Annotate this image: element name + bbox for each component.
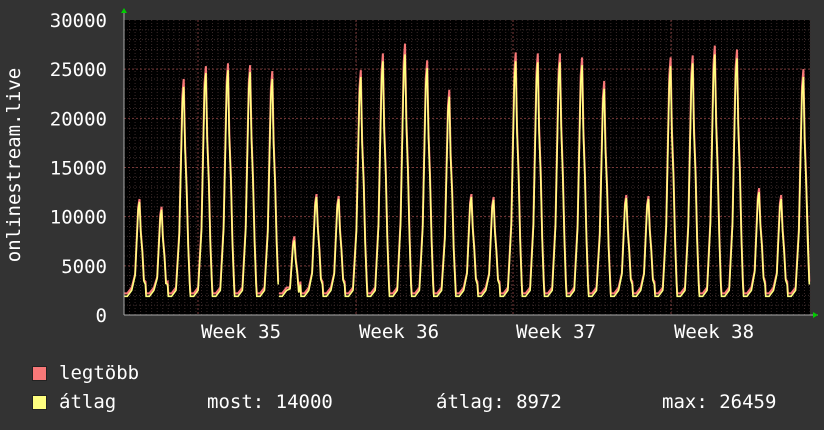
- stat-average: átlag: 8972: [436, 391, 562, 413]
- line-chart: onlinestream.live 0 5000 10000 15000 20000 25…: [3, 8, 818, 343]
- legend-swatch-max: [32, 365, 47, 381]
- x-axis-arrow: [813, 312, 818, 318]
- y-tick-label: 25000: [50, 59, 107, 81]
- x-tick-label: Week 37: [516, 321, 596, 343]
- y-tick-label: 20000: [50, 108, 107, 130]
- y-tick-label: 0: [96, 305, 107, 327]
- y-axis-arrow: [121, 8, 127, 13]
- stat-now: most: 14000: [207, 391, 333, 413]
- legend-item-avg: átlag: [32, 391, 116, 413]
- y-tick-label: 30000: [50, 10, 107, 32]
- y-tick-label: 5000: [61, 256, 107, 278]
- legend-swatch-avg: [32, 394, 47, 410]
- y-axis-label: onlinestream.live: [3, 68, 25, 262]
- y-tick-label: 10000: [50, 207, 107, 229]
- x-tick-label: Week 36: [359, 321, 439, 343]
- x-tick-label: Week 38: [674, 321, 754, 343]
- legend-item-max: legtöbb: [32, 362, 139, 384]
- y-tick-label: 15000: [50, 158, 107, 180]
- legend-label-max: legtöbb: [59, 362, 140, 384]
- x-tick-label: Week 35: [201, 321, 281, 343]
- chart-root: onlinestream.live 0 5000 10000 15000 20000 25…: [0, 0, 824, 430]
- legend-label-avg: átlag: [59, 391, 117, 413]
- stat-max: max: 26459: [662, 391, 777, 413]
